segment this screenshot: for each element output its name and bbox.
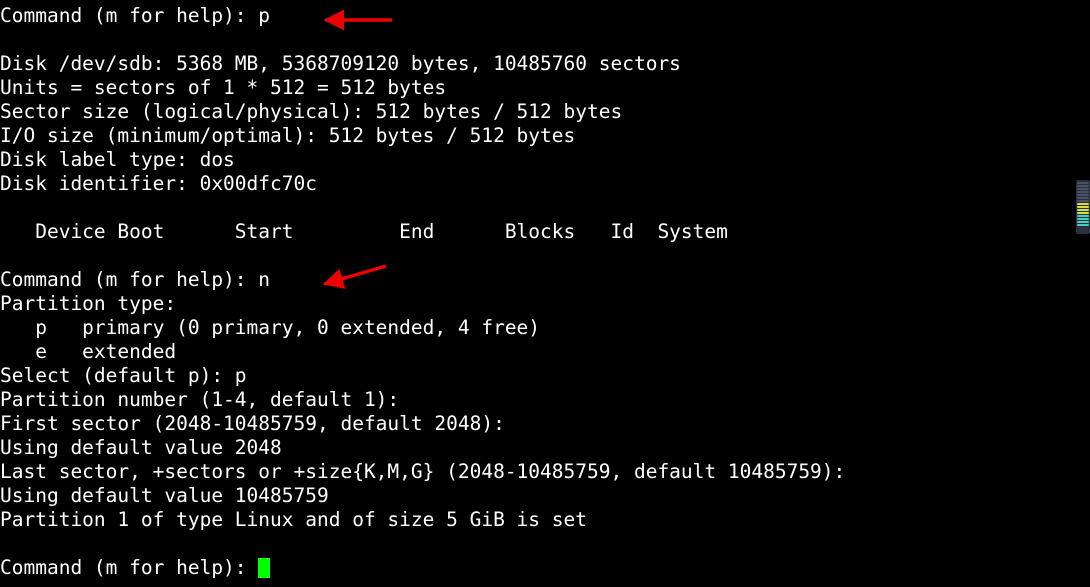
terminal-output-area: Command (m for help): p Disk /dev/sdb: 5… [0, 4, 1060, 580]
scroll-indicator-segment [1077, 224, 1089, 226]
scroll-indicator-segment [1077, 194, 1089, 196]
terminal-line: Command (m for help): n [0, 268, 271, 291]
scroll-indicator-segment [1077, 212, 1089, 214]
terminal-line: Disk label type: dos [0, 148, 235, 171]
terminal-line: p primary (0 primary, 0 extended, 4 free… [0, 316, 541, 339]
scroll-indicator-segment [1077, 221, 1089, 223]
text-cursor [258, 558, 270, 578]
scroll-indicator-segment [1077, 218, 1089, 220]
prompt-text: Command (m for help): [0, 556, 259, 579]
scroll-indicator-segment [1077, 206, 1089, 208]
terminal-line: Partition type: [0, 292, 177, 315]
scroll-indicator-segment [1077, 197, 1089, 199]
terminal-line: Disk /dev/sdb: 5368 MB, 5368709120 bytes… [0, 52, 681, 75]
scroll-indicator-segment [1077, 203, 1089, 205]
scroll-indicator-segment [1077, 209, 1089, 211]
terminal-line: Units = sectors of 1 * 512 = 512 bytes [0, 76, 447, 99]
scroll-indicator-segment [1077, 215, 1089, 217]
terminal-line: Partition number (1-4, default 1): [0, 388, 411, 411]
terminal-line: Command (m for help): p [0, 4, 271, 27]
terminal-window[interactable]: Command (m for help): p Disk /dev/sdb: 5… [0, 0, 1090, 587]
scroll-position-indicator[interactable] [1076, 180, 1090, 234]
scroll-indicator-segment [1077, 185, 1089, 187]
scroll-indicator-segment [1077, 182, 1089, 184]
scroll-indicator-segment [1077, 188, 1089, 190]
terminal-line: Select (default p): p [0, 364, 247, 387]
terminal-line: Partition 1 of type Linux and of size 5 … [0, 508, 587, 531]
terminal-line: Last sector, +sectors or +size{K,M,G} (2… [0, 460, 858, 483]
scroll-indicator-segment [1077, 200, 1089, 202]
terminal-line: Disk identifier: 0x00dfc70c [0, 172, 317, 195]
terminal-line: I/O size (minimum/optimal): 512 bytes / … [0, 124, 576, 147]
scroll-indicator-segment [1077, 191, 1089, 193]
command-prompt-line[interactable]: Command (m for help): [0, 556, 1060, 580]
terminal-line: Using default value 2048 [0, 436, 282, 459]
terminal-line: First sector (2048-10485759, default 204… [0, 412, 517, 435]
partition-table-header: Device Boot Start End Blocks Id System [0, 220, 728, 243]
terminal-line: e extended [0, 340, 177, 363]
terminal-line: Sector size (logical/physical): 512 byte… [0, 100, 623, 123]
terminal-line: Using default value 10485759 [0, 484, 329, 507]
